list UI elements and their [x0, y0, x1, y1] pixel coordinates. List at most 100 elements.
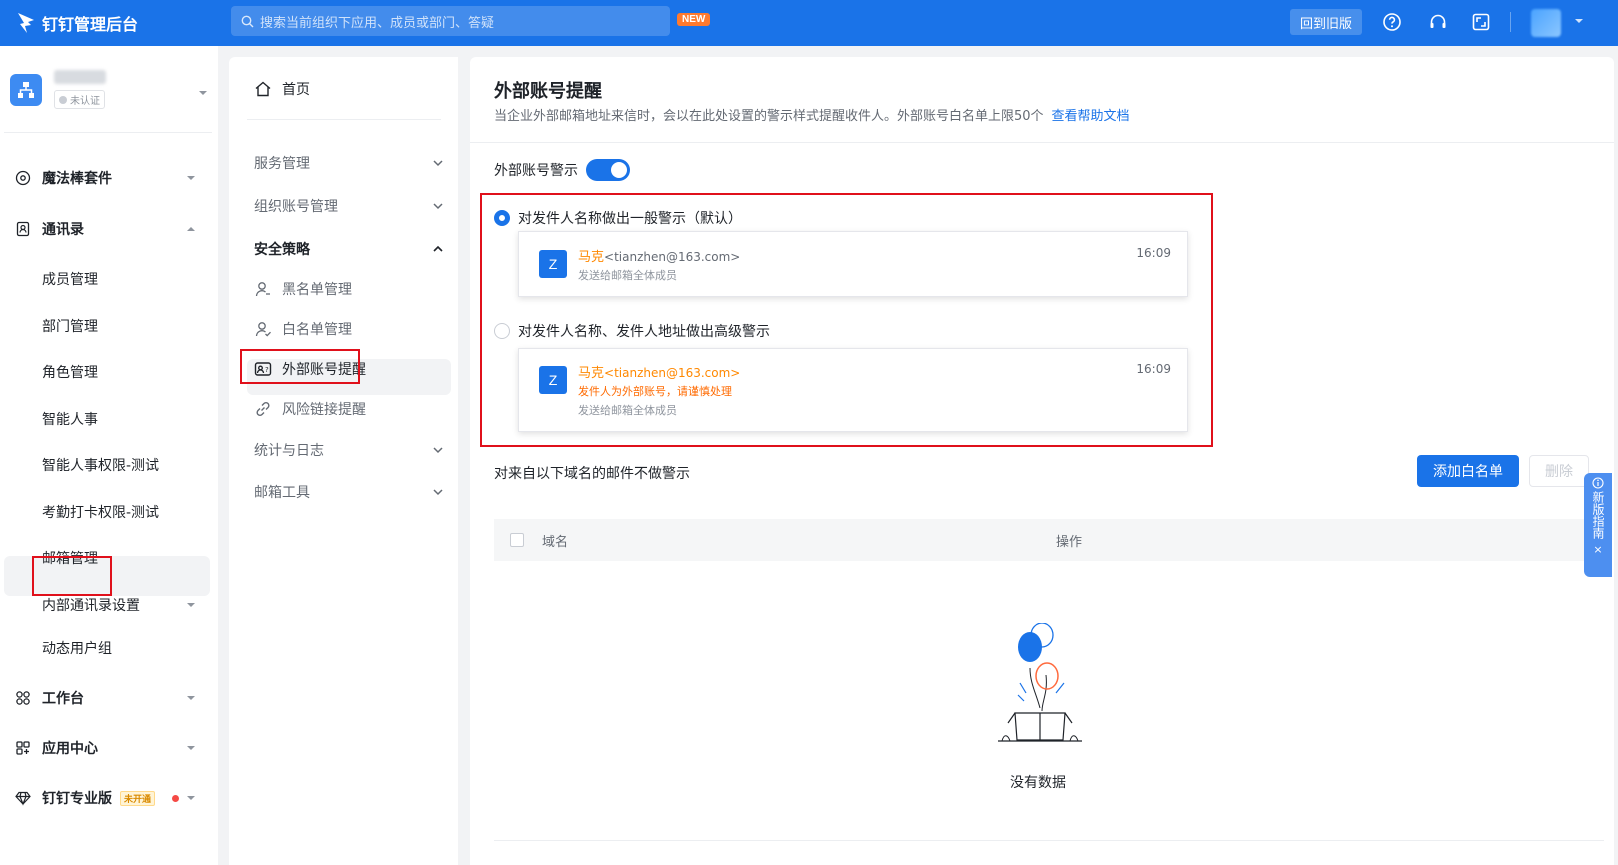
chevron-down-icon: [187, 176, 195, 180]
link-icon: [256, 401, 270, 417]
nav2-home[interactable]: 首页: [254, 79, 310, 99]
grid-icon: [15, 690, 31, 706]
help-icon[interactable]: [1381, 11, 1403, 33]
org-name: [54, 70, 106, 84]
sidebar-item-dingtalk-pro[interactable]: 钉钉专业版 未开通: [0, 788, 218, 808]
select-all-checkbox[interactable]: [510, 533, 524, 547]
sender-avatar: Z: [539, 366, 567, 394]
page-title: 外部账号提醒: [494, 81, 602, 102]
main-content: 外部账号提醒 当企业外部邮箱地址来信时，会以在此处设置的警示样式提醒收件人。外部…: [470, 57, 1614, 865]
mailbox-nav: 首页 服务管理 组织账号管理 安全策略 黑名单管理 白名单管理 ? 外部账号提醒…: [229, 57, 458, 865]
topbar-divider: [1510, 12, 1511, 32]
sender-line: 马克<tianzhen@163.com>: [578, 250, 741, 265]
highlight-box-external-account-alert: [240, 349, 360, 384]
sidebar-item-roles[interactable]: 角色管理: [0, 362, 218, 382]
mail-recipients: 发送给邮箱全体成员: [578, 269, 677, 282]
pro-status-badge: 未开通: [120, 791, 156, 806]
highlight-box-mailbox: [32, 556, 112, 596]
chevron-down-icon[interactable]: [1574, 16, 1584, 26]
chevron-up-icon: [187, 227, 195, 231]
delete-button[interactable]: 删除: [1529, 455, 1589, 487]
preview-card-basic: Z 马克<tianzhen@163.com> 16:09 发送给邮箱全体成员: [518, 231, 1188, 297]
notification-dot: [172, 795, 179, 802]
contacts-icon: [15, 221, 31, 237]
column-action: 操作: [1056, 534, 1083, 550]
sidebar-item-workbench[interactable]: 工作台: [0, 688, 218, 708]
nav2-security-policy[interactable]: 安全策略: [254, 239, 444, 259]
radio-advanced-alert[interactable]: [494, 323, 510, 339]
main-sidebar: 未认证 魔法棒套件 通讯录 成员管理 部门管理 角色管理 智能人事 智能人事权限…: [0, 46, 218, 865]
chevron-down-icon: [433, 203, 443, 210]
sidebar-item-dynamic-groups[interactable]: 动态用户组: [0, 638, 218, 658]
nav2-stats-logs[interactable]: 统计与日志: [254, 440, 444, 460]
mail-time: 16:09: [1136, 246, 1171, 260]
info-icon: [1592, 477, 1604, 489]
sidebar-item-internal-contacts-settings[interactable]: 内部通讯录设置: [0, 595, 218, 615]
close-icon[interactable]: ×: [1593, 543, 1602, 556]
user-block-icon: [255, 282, 270, 297]
empty-state-text: 没有数据: [1010, 775, 1066, 791]
column-domain: 域名: [542, 534, 569, 550]
guide-label: 新版指南: [1591, 491, 1605, 539]
chevron-down-icon: [433, 160, 443, 167]
user-check-icon: [255, 322, 271, 337]
sidebar-item-contacts[interactable]: 通讯录: [0, 219, 218, 239]
nav2-org-account-management[interactable]: 组织账号管理: [254, 196, 444, 216]
global-search[interactable]: 搜索当前组织下应用、成员或部门、答疑: [231, 6, 670, 36]
add-whitelist-button[interactable]: 添加白名单: [1417, 455, 1519, 487]
sidebar-item-app-center[interactable]: 应用中心: [0, 738, 218, 758]
sidebar-item-attendance-permission-test[interactable]: 考勤打卡权限-测试: [0, 502, 218, 522]
sender-line: 马克<tianzhen@163.com>: [578, 366, 741, 381]
search-placeholder: 搜索当前组织下应用、成员或部门、答疑: [260, 15, 495, 31]
nav2-mail-tools[interactable]: 邮箱工具: [254, 482, 444, 502]
new-version-guide-tab[interactable]: 新版指南 ×: [1584, 473, 1612, 577]
external-alert-toggle-row: 外部账号警示: [494, 159, 630, 181]
chevron-down-icon: [187, 696, 195, 700]
empty-balloon-box-icon: [998, 623, 1082, 742]
home-icon: [255, 81, 271, 97]
external-warning-text: 发件人为外部账号，请谨慎处理: [578, 385, 732, 398]
chevron-down-icon: [187, 796, 195, 800]
nav2-blacklist[interactable]: 黑名单管理: [254, 279, 352, 299]
nav2-service-management[interactable]: 服务管理: [254, 153, 444, 173]
option-basic-alert[interactable]: 对发件人名称做出一般警示（默认）: [494, 208, 742, 228]
diamond-icon: [15, 790, 31, 806]
app-title: 钉钉管理后台: [42, 15, 139, 34]
org-avatar-icon: [10, 73, 42, 106]
search-icon: [241, 15, 254, 27]
external-alert-toggle[interactable]: [586, 159, 630, 181]
radio-basic-alert[interactable]: [494, 210, 510, 226]
mail-recipients: 发送给邮箱全体成员: [578, 404, 677, 417]
sidebar-item-departments[interactable]: 部门管理: [0, 316, 218, 336]
whitelist-title: 对来自以下域名的邮件不做警示: [494, 466, 690, 482]
nav2-risk-link-alert[interactable]: 风险链接提醒: [254, 399, 366, 419]
page-description: 当企业外部邮箱地址来信时，会以在此处设置的警示样式提醒收件人。外部账号白名单上限…: [494, 109, 1130, 124]
dingtalk-logo-icon: [18, 13, 34, 33]
option-advanced-alert[interactable]: 对发件人名称、发件人地址做出高级警示: [494, 321, 770, 341]
chevron-down-icon: [187, 746, 195, 750]
headset-icon[interactable]: [1427, 11, 1449, 33]
fullscreen-icon[interactable]: [1470, 11, 1492, 33]
chevron-down-icon: [187, 603, 195, 607]
table-header: 域名 操作: [494, 519, 1604, 561]
nav2-whitelist[interactable]: 白名单管理: [254, 319, 352, 339]
chevron-down-icon: [433, 447, 443, 454]
toggle-label: 外部账号警示: [494, 163, 578, 179]
top-bar: 钉钉管理后台 搜索当前组织下应用、成员或部门、答疑 NEW 回到旧版: [0, 0, 1618, 46]
chevron-up-icon: [433, 245, 443, 252]
target-icon: [15, 170, 31, 186]
old-version-button[interactable]: 回到旧版: [1290, 9, 1362, 35]
sidebar-item-members[interactable]: 成员管理: [0, 269, 218, 289]
apps-icon: [15, 740, 31, 756]
user-avatar[interactable]: [1531, 9, 1561, 37]
org-switcher[interactable]: 未认证: [10, 70, 106, 109]
sender-avatar: Z: [539, 250, 567, 278]
app-logo[interactable]: 钉钉管理后台: [16, 11, 138, 35]
sidebar-item-magic-suite[interactable]: 魔法棒套件: [0, 168, 218, 188]
sidebar-item-hr-permission-test[interactable]: 智能人事权限-测试: [0, 455, 218, 475]
sidebar-item-smart-hr[interactable]: 智能人事: [0, 409, 218, 429]
mail-time: 16:09: [1136, 362, 1171, 376]
preview-card-advanced: Z 马克<tianzhen@163.com> 16:09 发件人为外部账号，请谨…: [518, 348, 1188, 432]
chevron-down-icon[interactable]: [198, 88, 208, 98]
help-doc-link[interactable]: 查看帮助文档: [1052, 109, 1130, 124]
